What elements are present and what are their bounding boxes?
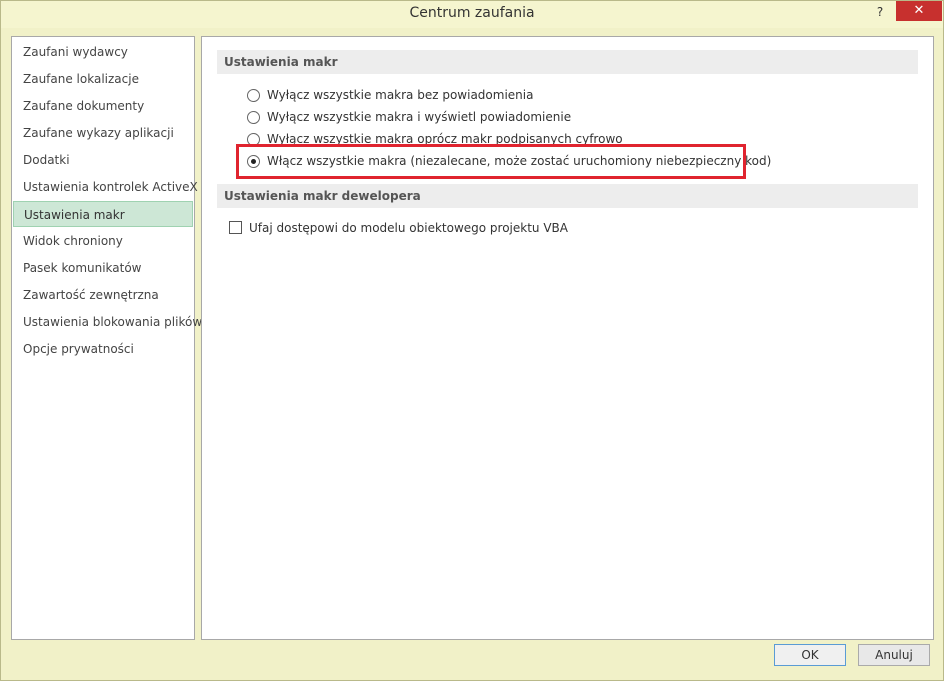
radio-label: Wyłącz wszystkie makra i wyświetl powiad…: [267, 110, 572, 124]
sidebar-item-trusted-app-catalogs[interactable]: Zaufane wykazy aplikacji: [13, 120, 193, 146]
trust-center-dialog: Centrum zaufania ? ✕ Zaufani wydawcy Zau…: [0, 0, 944, 681]
sidebar-item-trusted-documents[interactable]: Zaufane dokumenty: [13, 93, 193, 119]
developer-settings-header: Ustawienia makr dewelopera: [217, 184, 918, 208]
radio-button[interactable]: [247, 89, 260, 102]
sidebar-item-privacy-options[interactable]: Opcje prywatności: [13, 336, 193, 362]
sidebar-item-external-content[interactable]: Zawartość zewnętrzna: [13, 282, 193, 308]
sidebar: Zaufani wydawcy Zaufane lokalizacje Zauf…: [11, 36, 202, 640]
close-button[interactable]: ✕: [896, 1, 942, 21]
sidebar-item-trusted-locations[interactable]: Zaufane lokalizacje: [13, 66, 193, 92]
checkbox-label: Ufaj dostępowi do modelu obiektowego pro…: [249, 221, 569, 235]
ok-button[interactable]: OK: [774, 644, 846, 666]
macro-settings-header: Ustawienia makr: [217, 50, 918, 74]
radio-button[interactable]: [247, 111, 260, 124]
sidebar-item-file-block-settings[interactable]: Ustawienia blokowania plików: [13, 309, 202, 335]
settings-panel: Ustawienia makr Wyłącz wszystkie makra b…: [201, 36, 934, 640]
title-bar: Centrum zaufania ? ✕: [1, 1, 943, 28]
sidebar-item-macro-settings[interactable]: Ustawienia makr: [13, 201, 193, 227]
help-button[interactable]: ?: [869, 2, 891, 22]
radio-label: Wyłącz wszystkie makra bez powiadomienia: [267, 88, 534, 102]
dialog-title: Centrum zaufania: [409, 5, 535, 21]
cancel-button[interactable]: Anuluj: [858, 644, 930, 666]
highlight-annotation: [236, 144, 746, 179]
sidebar-item-activex-settings[interactable]: Ustawienia kontrolek ActiveX: [13, 174, 198, 200]
sidebar-item-message-bar[interactable]: Pasek komunikatów: [13, 255, 193, 281]
sidebar-item-addins[interactable]: Dodatki: [13, 147, 193, 173]
sidebar-item-protected-view[interactable]: Widok chroniony: [13, 228, 193, 254]
sidebar-item-trusted-publishers[interactable]: Zaufani wydawcy: [13, 39, 193, 65]
trust-vba-checkbox[interactable]: [229, 221, 242, 234]
